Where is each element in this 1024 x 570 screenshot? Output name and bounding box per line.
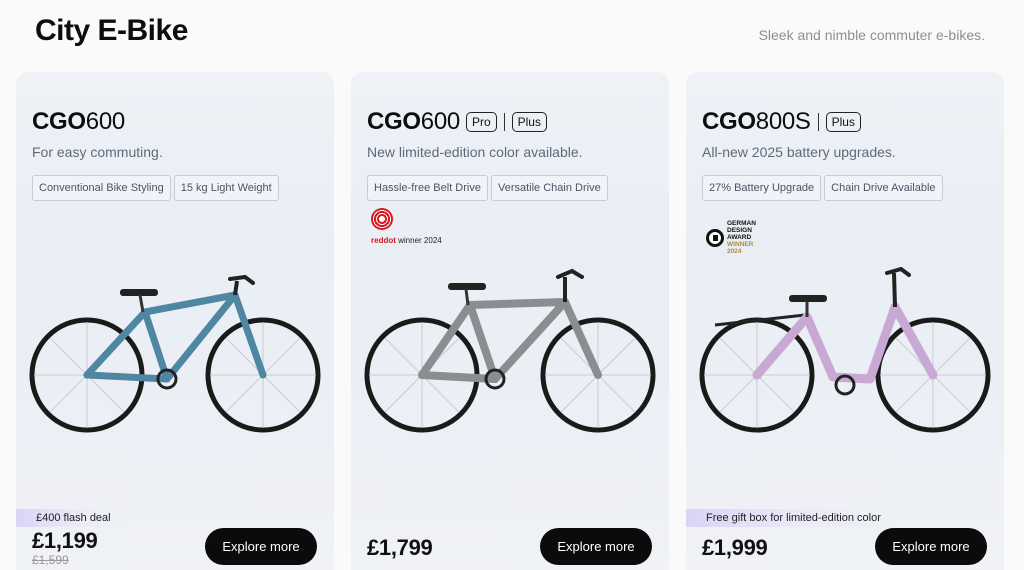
variant-badge-pro: Pro	[465, 112, 497, 132]
model-number: 600	[85, 108, 125, 135]
explore-more-button[interactable]: Explore more	[205, 528, 317, 565]
model-prefix: CGO	[367, 108, 421, 135]
explore-more-button[interactable]: Explore more	[875, 528, 987, 565]
german-design-award-badge: GERMAN DESIGN AWARD WINNER 2024	[706, 220, 756, 255]
feature-list: 27% Battery Upgrade Chain Drive Availabl…	[702, 175, 943, 201]
original-price: £1,599	[32, 553, 69, 567]
model-number: 800S	[755, 108, 811, 135]
reddot-logo-icon	[371, 208, 393, 230]
divider	[503, 113, 505, 131]
feature-list: Conventional Bike Styling 15 kg Light We…	[32, 175, 279, 201]
variant-badge-plus: Plus	[511, 112, 547, 132]
model-prefix: CGO	[702, 108, 756, 135]
explore-more-button[interactable]: Explore more	[540, 528, 652, 565]
price: £1,799	[367, 535, 433, 560]
page-title: City E-Bike	[35, 14, 188, 47]
promo-banner: Free gift box for limited-edition color	[686, 509, 891, 527]
feature-chip: Versatile Chain Drive	[490, 175, 608, 201]
product-card-cgo800s-plus[interactable]: CGO 800S Plus All-new 2025 battery upgrad…	[686, 72, 1004, 570]
product-tagline: New limited-edition color available.	[367, 144, 583, 160]
product-name: CGO 600 Pro Plus	[367, 108, 547, 136]
section-header: City E-Bike Sleek and nimble commuter e-…	[0, 0, 1024, 72]
german-design-award-logo-icon	[706, 228, 724, 247]
variant-badge-plus: Plus	[825, 112, 861, 132]
product-tagline: For easy commuting.	[32, 144, 163, 160]
product-cards: CGO 600 For easy commuting. Conventional …	[16, 72, 1006, 570]
award-text: reddot winner 2024	[371, 236, 442, 245]
product-card-cgo600-pro-plus[interactable]: CGO 600 Pro Plus New limited-edition colo…	[351, 72, 669, 570]
feature-chip: Conventional Bike Styling	[32, 175, 171, 201]
bike-image[interactable]	[694, 267, 996, 447]
promo-banner: £400 flash deal	[16, 509, 121, 527]
divider	[817, 113, 819, 131]
product-tagline: All-new 2025 battery upgrades.	[702, 144, 896, 160]
feature-chip: 15 kg Light Weight	[173, 175, 279, 201]
model-prefix: CGO	[32, 108, 86, 135]
reddot-award-badge: reddot winner 2024	[371, 208, 442, 245]
product-name: CGO 600	[32, 108, 125, 136]
product-name: CGO 800S Plus	[702, 108, 861, 136]
feature-chip: Chain Drive Available	[824, 175, 943, 201]
price: £1,999	[702, 535, 768, 560]
feature-list: Hassle-free Belt Drive Versatile Chain D…	[367, 175, 608, 201]
feature-chip: Hassle-free Belt Drive	[367, 175, 488, 201]
price: £1,199	[32, 528, 98, 553]
award-text: GERMAN DESIGN AWARD WINNER 2024	[727, 220, 756, 255]
feature-chip: 27% Battery Upgrade	[702, 175, 822, 201]
model-number: 600	[420, 108, 460, 135]
bike-image[interactable]	[24, 267, 326, 447]
bike-image[interactable]	[359, 267, 661, 447]
product-card-cgo600[interactable]: CGO 600 For easy commuting. Conventional …	[16, 72, 334, 570]
page-subtitle: Sleek and nimble commuter e-bikes.	[758, 27, 985, 43]
